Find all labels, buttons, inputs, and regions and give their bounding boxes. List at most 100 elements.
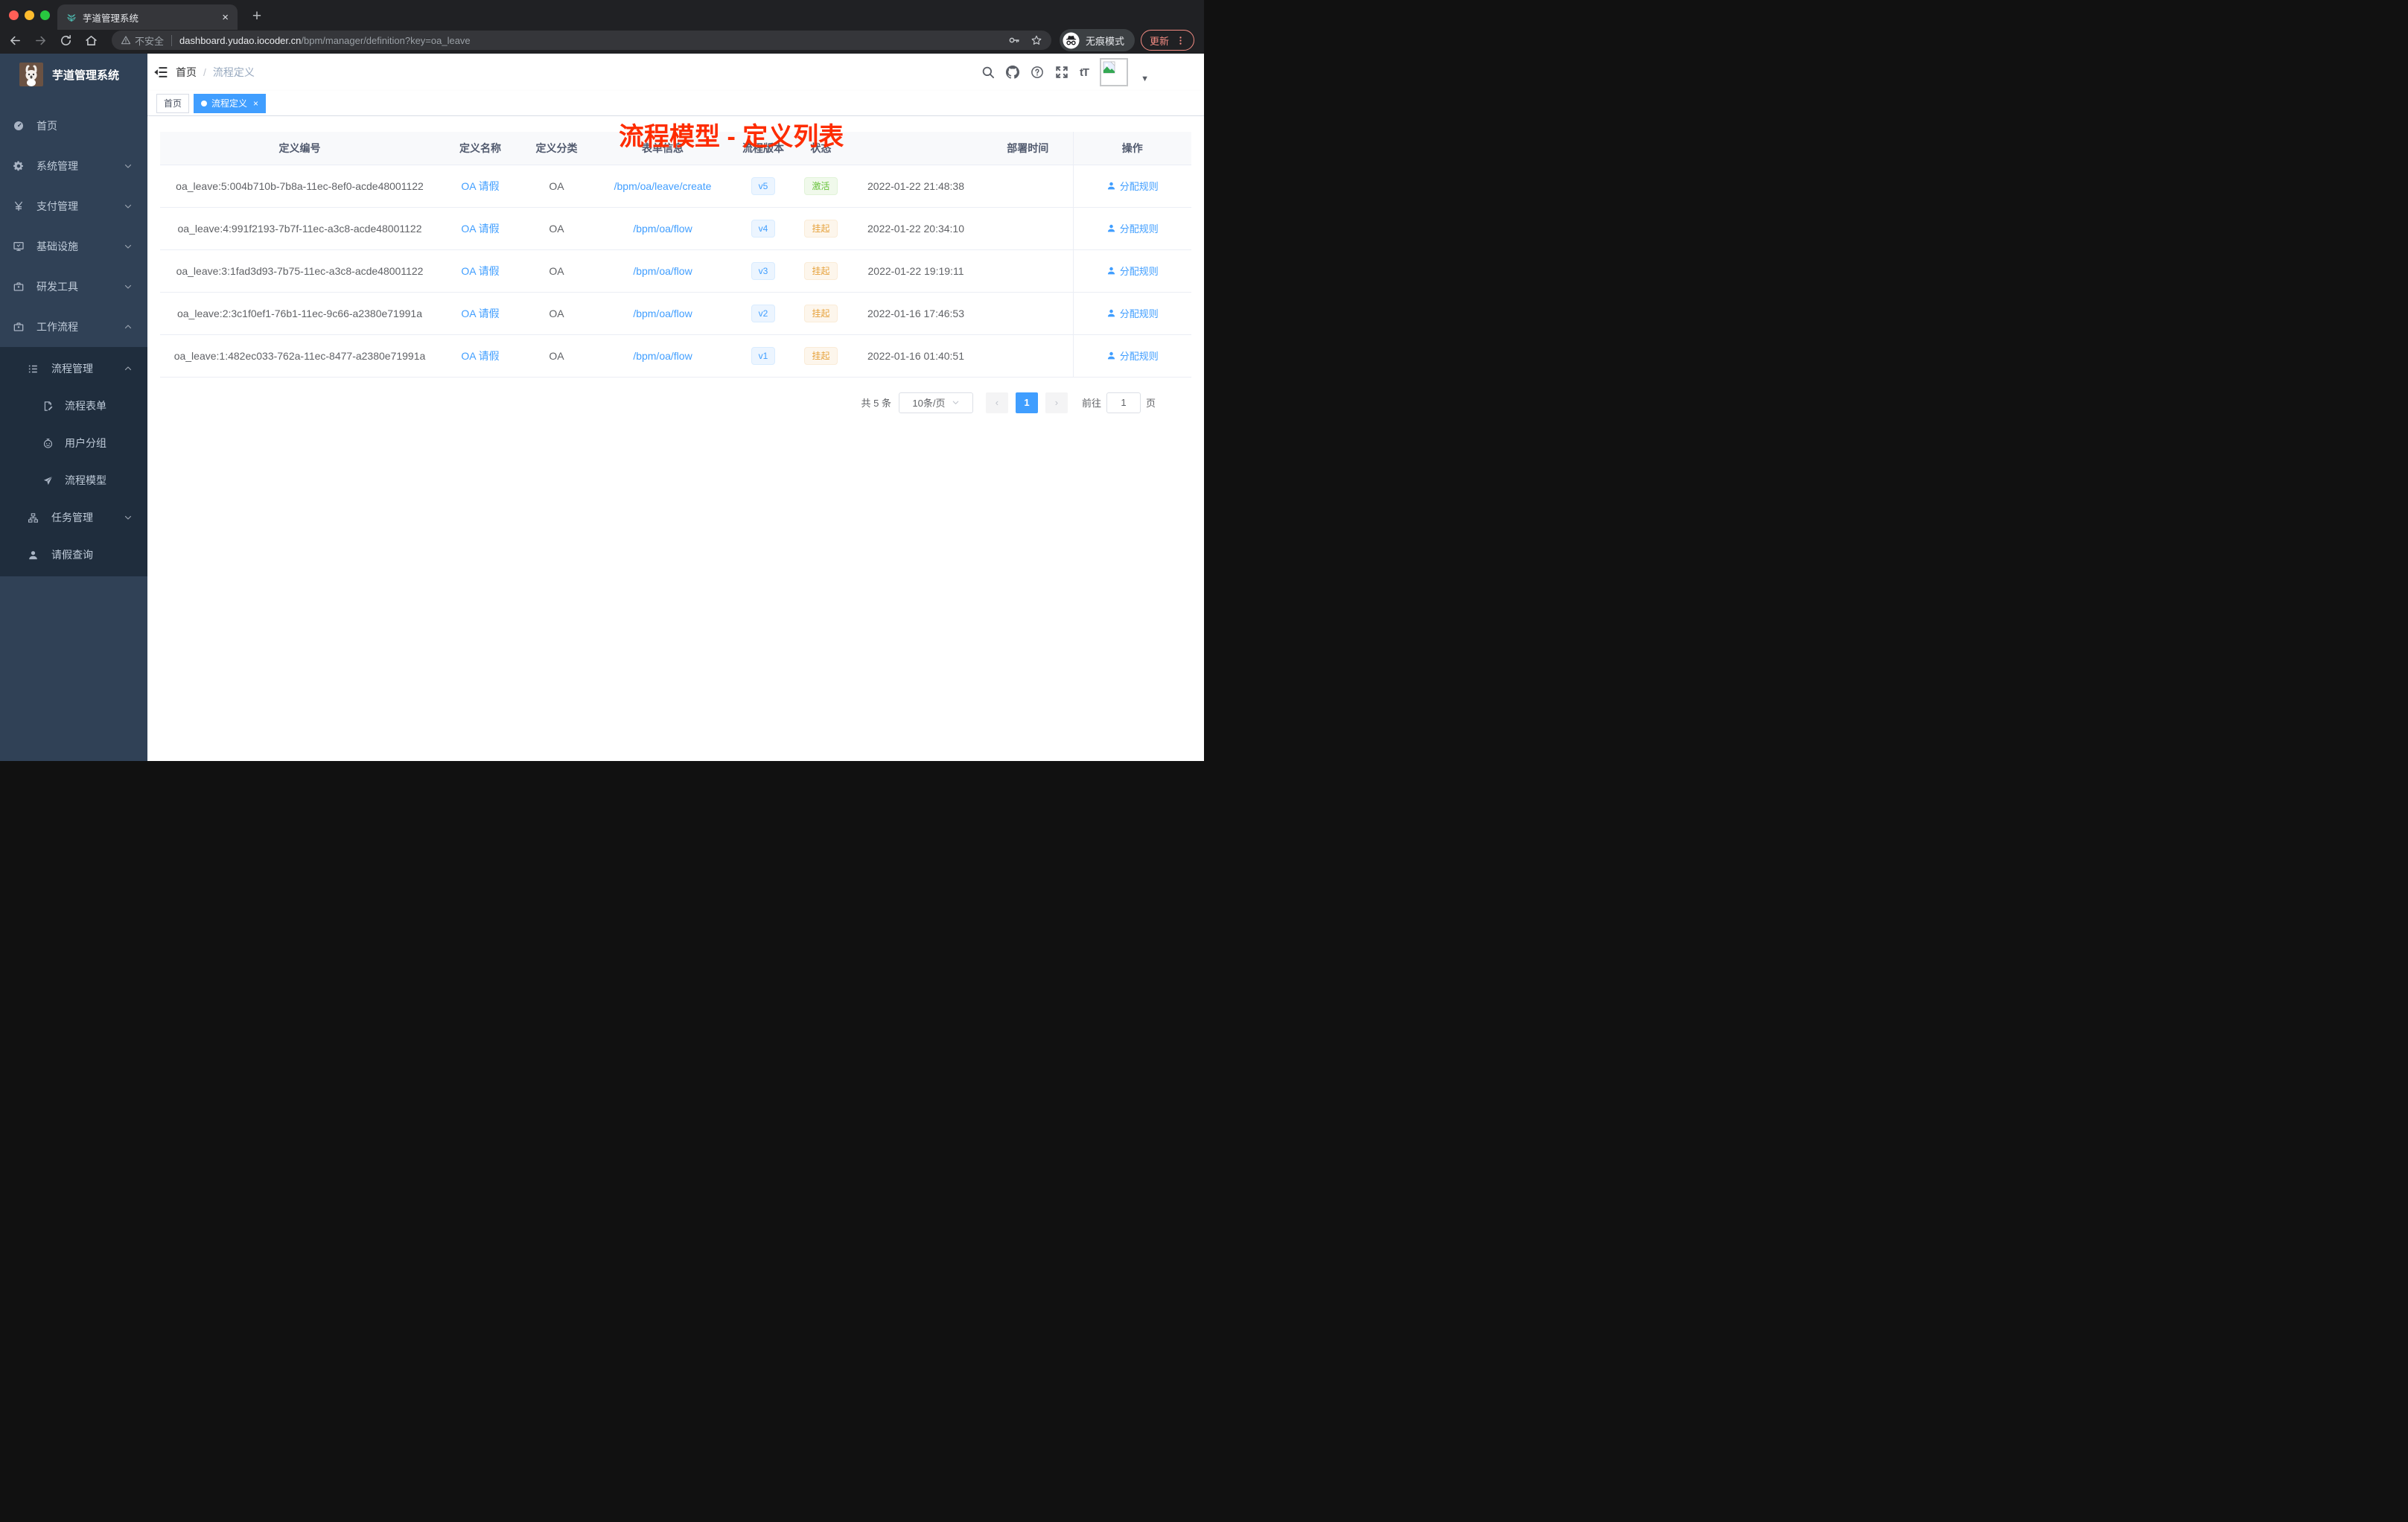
window-zoom-button[interactable] — [40, 10, 50, 20]
status-cell: 激活 — [793, 165, 849, 208]
sidebar-item-研发工具[interactable]: 研发工具 — [0, 267, 147, 307]
sidebar-item-流程模型[interactable]: 流程模型 — [0, 462, 147, 499]
bookmark-star-icon[interactable] — [1031, 34, 1042, 46]
assign-rule-button[interactable]: 分配规则 — [1106, 221, 1159, 235]
not-secure-warning-icon — [121, 35, 131, 45]
page-number-current[interactable]: 1 — [1015, 392, 1038, 413]
doc-edit-icon — [42, 401, 54, 412]
sidebar-item-label: 系统管理 — [36, 160, 78, 172]
assign-rule-button[interactable]: 分配规则 — [1106, 264, 1159, 278]
status-tag: 激活 — [804, 176, 838, 195]
breadcrumb-home[interactable]: 首页 — [176, 65, 197, 80]
help-icon[interactable] — [1031, 66, 1044, 79]
chevron-down-icon — [124, 513, 133, 522]
chevron-down-icon — [124, 242, 133, 251]
sidebar-item-系统管理[interactable]: 系统管理 — [0, 146, 147, 186]
sidebar-item-支付管理[interactable]: 支付管理 — [0, 186, 147, 226]
next-page-button[interactable]: › — [1045, 392, 1068, 413]
sidebar-item-基础设施[interactable]: 基础设施 — [0, 226, 147, 267]
tag-close-icon[interactable]: × — [253, 98, 258, 109]
definition-name-cell: OA 请假 — [439, 334, 521, 378]
security-label[interactable]: 不安全 — [135, 34, 164, 48]
sidebar-item-用户分组[interactable]: 用户分组 — [0, 424, 147, 462]
status-cell: 挂起 — [793, 249, 849, 293]
assign-rule-label: 分配规则 — [1119, 266, 1159, 277]
assign-rule-button[interactable]: 分配规则 — [1106, 306, 1159, 320]
sidebar-item-流程管理[interactable]: 流程管理 — [0, 350, 147, 387]
definition-name-link[interactable]: OA 请假 — [461, 350, 499, 362]
breadcrumb: 首页 / 流程定义 — [176, 65, 255, 80]
incognito-icon — [1063, 32, 1080, 49]
form-info-cell: /bpm/oa/flow — [592, 249, 733, 293]
tags-view-tab-流程定义[interactable]: 流程定义 × — [194, 93, 267, 113]
definition-name-link[interactable]: OA 请假 — [461, 180, 499, 192]
address-bar[interactable]: 不安全 dashboard.yudao.iocoder.cn/bpm/manag… — [112, 31, 1051, 50]
form-info-link[interactable]: /bpm/oa/leave/create — [614, 180, 712, 192]
form-info-cell: /bpm/oa/flow — [592, 334, 733, 378]
app-logo — [19, 63, 43, 86]
chevron-up-icon — [124, 364, 133, 373]
tags-view-tab-首页[interactable]: 首页 — [156, 93, 190, 113]
reload-icon[interactable] — [60, 34, 72, 47]
navbar-actions: tT ▼ — [981, 58, 1195, 86]
back-icon[interactable] — [9, 34, 22, 47]
password-key-icon[interactable] — [1008, 34, 1020, 46]
forward-icon[interactable] — [34, 34, 47, 47]
new-tab-button[interactable]: + — [247, 7, 267, 25]
definition-name-link[interactable]: OA 请假 — [461, 223, 499, 235]
deploy-time-cell: 2022-01-22 19:19:11 — [849, 249, 983, 293]
search-icon[interactable] — [981, 66, 995, 79]
chevron-down-icon — [124, 162, 133, 171]
sidebar-logo-row[interactable]: 芋道管理系统 — [0, 54, 147, 95]
form-info-link[interactable]: /bpm/oa/flow — [633, 350, 692, 362]
goto-page-input[interactable] — [1106, 392, 1141, 413]
window-close-button[interactable] — [9, 10, 19, 20]
action-cell: 分配规则 — [1072, 165, 1191, 208]
action-cell: 分配规则 — [1072, 207, 1191, 250]
form-info-link[interactable]: /bpm/oa/flow — [633, 223, 692, 235]
browser-tab[interactable]: 芋道管理系统 × — [57, 4, 238, 30]
definition-id-cell: oa_leave:4:991f2193-7b7f-11ec-a3c8-acde4… — [160, 207, 439, 250]
sidebar-toggle-icon[interactable] — [153, 65, 168, 80]
sidebar-item-首页[interactable]: 首页 — [0, 106, 147, 146]
prev-page-button[interactable]: ‹ — [985, 392, 1008, 413]
sidebar-item-请假查询[interactable]: 请假查询 — [0, 536, 147, 573]
definition-category-cell: OA — [521, 249, 592, 293]
window-minimize-button[interactable] — [25, 10, 34, 20]
person-icon — [1106, 308, 1116, 318]
definition-name-link[interactable]: OA 请假 — [461, 308, 499, 319]
assign-rule-label: 分配规则 — [1119, 308, 1159, 319]
definition-name-link[interactable]: OA 请假 — [461, 265, 499, 277]
font-size-icon[interactable]: tT — [1080, 66, 1089, 79]
column-header-操作: 操作 — [1072, 132, 1191, 165]
url-host: dashboard.yudao.iocoder.cn — [179, 34, 302, 46]
definition-category-cell: OA — [521, 207, 592, 250]
spacer-cell — [983, 334, 1073, 378]
avatar-caret-icon[interactable]: ▼ — [1141, 74, 1149, 83]
assign-rule-button[interactable]: 分配规则 — [1106, 348, 1159, 363]
incognito-badge: 无痕模式 — [1060, 29, 1135, 51]
form-info-link[interactable]: /bpm/oa/flow — [633, 265, 692, 277]
page-size-select[interactable]: 10条/页 — [898, 392, 973, 413]
deploy-time-cell: 2022-01-16 17:46:53 — [849, 292, 983, 335]
definition-name-cell: OA 请假 — [439, 165, 521, 208]
sidebar-item-label: 用户分组 — [65, 437, 106, 449]
avatar[interactable] — [1100, 58, 1129, 86]
github-icon[interactable] — [1006, 66, 1019, 79]
home-icon[interactable] — [85, 34, 98, 47]
browser-menu-icon[interactable] — [1176, 36, 1185, 45]
form-info-link[interactable]: /bpm/oa/flow — [633, 308, 692, 319]
navbar: 首页 / 流程定义 tT ▼ — [147, 54, 1204, 91]
sidebar-item-工作流程[interactable]: 工作流程 — [0, 307, 147, 347]
browser-update-button[interactable]: 更新 — [1141, 30, 1195, 51]
fullscreen-icon[interactable] — [1055, 66, 1068, 79]
avatar-placeholder-icon — [1102, 60, 1116, 74]
tab-close-icon[interactable]: × — [222, 12, 229, 23]
page-content: 定义编号 定义名称 定义分类 表单信息 流程版本 状态 部署时间 操作 oa_leave:5:… — [147, 116, 1204, 761]
status-tag: 挂起 — [804, 261, 838, 280]
sidebar-item-流程表单[interactable]: 流程表单 — [0, 387, 147, 424]
list-icon — [28, 363, 39, 375]
assign-rule-button[interactable]: 分配规则 — [1106, 179, 1159, 193]
sidebar-item-任务管理[interactable]: 任务管理 — [0, 499, 147, 536]
sidebar-menu: 首页系统管理支付管理 基础设施 研发工具 工作流程 流程管理 流程表单用户分组流程模型 任务… — [0, 106, 147, 576]
